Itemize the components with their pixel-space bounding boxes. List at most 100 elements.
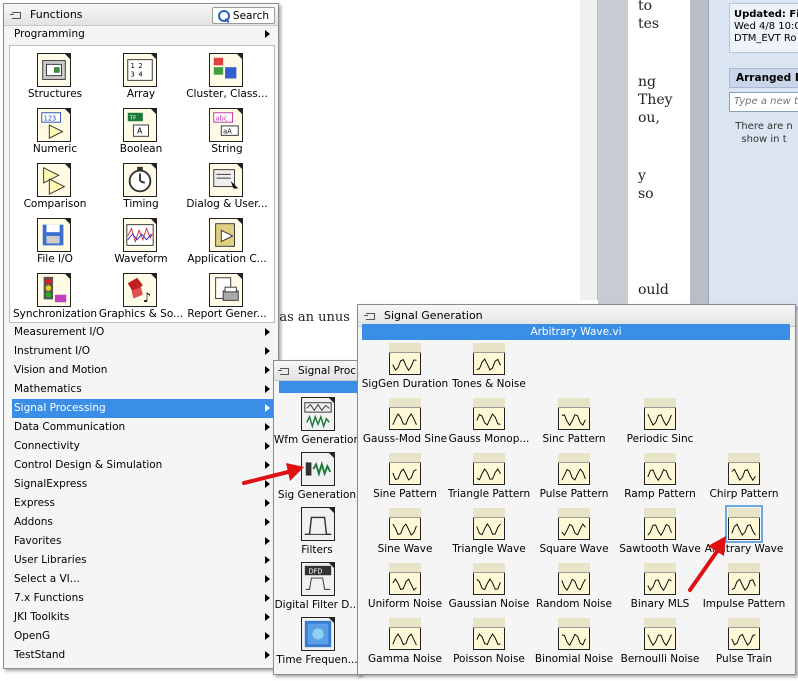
palette-tile-triangle-pattern[interactable]: Triangle Pattern [445,453,533,507]
structures-icon [37,53,71,87]
palette-tile-binary-mls[interactable]: Binary MLS [616,563,704,617]
category-measurement-i-o[interactable]: Measurement I/O [12,323,274,342]
doc-text: They [638,92,673,108]
chevron-right-icon [265,537,270,545]
palette-tile-sawtooth-wave[interactable]: Sawtooth Wave [616,508,704,562]
category-7-x-functions[interactable]: 7.x Functions [12,589,274,608]
palette-tile-gaussian-noise[interactable]: Gaussian Noise [445,563,533,617]
doc-text: tes [638,16,660,32]
category-instrument-i-o[interactable]: Instrument I/O [12,342,274,361]
array-icon: 1 23 4 [123,53,157,87]
palette-tile-pulse-train[interactable]: Pulse Train [700,618,788,672]
palette-tile-comparison[interactable]: Comparison [10,162,100,216]
palette-tile-impulse-pattern[interactable]: Impulse Pattern [700,563,788,617]
category-control-design-simulation[interactable]: Control Design & Simulation [12,456,274,475]
svg-text:1 2: 1 2 [131,62,143,70]
sawtooth-wave-icon [644,508,676,540]
pin-icon[interactable] [364,310,378,322]
category-mathematics[interactable]: Mathematics [12,380,274,399]
binary-mls-icon [644,563,676,595]
arranged-by-header[interactable]: Arranged By: [729,68,798,88]
palette-tile-sine-pattern[interactable]: Sine Pattern [361,453,449,507]
palette-title: Signal Proc [298,364,357,377]
updated-item[interactable]: Updated: Fis Wed 4/8 10:0 DTM_EVT Ro [729,3,798,53]
palette-tile-random-noise[interactable]: Random Noise [530,563,618,617]
pin-icon[interactable] [278,365,292,377]
palette-tile-array[interactable]: 1 23 4 Array [96,52,186,106]
palette-tile-tones-noise[interactable]: Tones & Noise [445,343,533,397]
category-teststand[interactable]: TestStand [12,646,274,665]
svg-text:A: A [137,126,143,135]
triangle-wave-icon [473,508,505,540]
palette-tile-gauss-mod-sine[interactable]: Gauss-Mod Sine [361,398,449,452]
palette-titlebar[interactable]: Functions Search [4,4,278,26]
doc-scrollbar[interactable] [580,0,598,300]
palette-tile-siggen-duration[interactable]: SigGen Duration [361,343,449,397]
palette-tile-chirp-pattern[interactable]: Chirp Pattern [700,453,788,507]
programming-icon-panel: Structures 1 23 4 Array Cluster, Class... 12… [9,45,275,323]
binomial-noise-icon [558,618,590,650]
palette-tile-arbitrary-wave[interactable]: Arbitrary Wave [700,505,788,562]
category-user-libraries[interactable]: User Libraries [12,551,274,570]
palette-tile-sine-wave[interactable]: Sine Wave [361,508,449,562]
palette-tile-boolean[interactable]: TF A Boolean [96,107,186,161]
palette-tile-wfm-generation[interactable]: Wfm Generation [274,397,360,451]
category-jki-toolkits[interactable]: JKI Toolkits [12,608,274,627]
palette-tile-sig-generation[interactable]: Sig Generation [276,452,358,506]
palette-titlebar[interactable]: Signal Proc [274,361,360,381]
palette-tile-uniform-noise[interactable]: Uniform Noise [361,563,449,617]
category-addons[interactable]: Addons [12,513,274,532]
palette-tile-graphics-sound[interactable]: ♪ Graphics & So... [96,272,186,326]
palette-tile-waveform[interactable]: Waveform [96,217,186,271]
category-vision-and-motion[interactable]: Vision and Motion [12,361,274,380]
category-signalexpress[interactable]: SignalExpress [12,475,274,494]
palette-tile-ramp-pattern[interactable]: Ramp Pattern [616,453,704,507]
new-task-input[interactable]: Type a new t [729,92,798,112]
palette-tile-cluster[interactable]: Cluster, Class... [182,52,272,106]
palette-tile-pulse-pattern[interactable]: Pulse Pattern [530,453,618,507]
palette-tile-sinc-pattern[interactable]: Sinc Pattern [530,398,618,452]
svg-text:3 4: 3 4 [131,71,143,79]
triangle-pattern-icon [473,453,505,485]
category-programming[interactable]: Programming [12,25,274,44]
category-openg[interactable]: OpenG [12,627,274,646]
palette-tile-gauss-monop[interactable]: Gauss Monop... [445,398,533,452]
palette-tile-filters[interactable]: Filters [276,507,358,561]
palette-tile-digital-filter[interactable]: DFD Digital Filter D... [275,562,359,616]
category-favorites[interactable]: Favorites [12,532,274,551]
palette-tile-binomial-noise[interactable]: Binomial Noise [530,618,618,672]
svg-text:123: 123 [44,114,57,122]
search-button[interactable]: Search [211,7,275,24]
palette-tile-application-control[interactable]: Application C... [182,217,272,271]
palette-tile-structures[interactable]: Structures [10,52,100,106]
palette-tile-timing[interactable]: Timing [96,162,186,216]
category-connectivity[interactable]: Connectivity [12,437,274,456]
doc-text: ould [638,282,669,298]
chevron-right-icon [265,499,270,507]
palette-tile-time-frequency[interactable]: Time Frequen... [276,617,358,671]
palette-tile-synchronization[interactable]: Synchronization [10,272,100,326]
palette-tile-bernoulli-noise[interactable]: Bernoulli Noise [616,618,704,672]
palette-tile-numeric[interactable]: 123 Numeric [10,107,100,161]
file-io-icon [37,218,71,252]
palette-tile-periodic-sinc[interactable]: Periodic Sinc [616,398,704,452]
category-select-a-vi[interactable]: Select a VI... [12,570,274,589]
highlighted-vi-banner: Arbitrary Wave.vi [362,324,790,340]
category-express[interactable]: Express [12,494,274,513]
functions-palette: Functions Search Programming Structures 1… [3,3,279,669]
palette-tile-gamma-noise[interactable]: Gamma Noise [361,618,449,672]
category-signal-processing[interactable]: Signal Processing [12,399,274,418]
doc-text: ou, [638,110,660,126]
palette-tile-report-generation[interactable]: Report Gener... [182,272,272,326]
palette-tile-file-io[interactable]: File I/O [10,217,100,271]
palette-tile-string[interactable]: abc aA String [182,107,272,161]
svg-text:aA: aA [223,127,232,135]
category-data-communication[interactable]: Data Communication [12,418,274,437]
pin-icon[interactable] [10,9,24,21]
numeric-icon: 123 [37,108,71,142]
palette-tile-square-wave[interactable]: Square Wave [530,508,618,562]
palette-tile-poisson-noise[interactable]: Poisson Noise [445,618,533,672]
sinc-pattern-icon [558,398,590,430]
palette-tile-triangle-wave[interactable]: Triangle Wave [445,508,533,562]
palette-tile-dialog[interactable]: Dialog & User... [182,162,272,216]
